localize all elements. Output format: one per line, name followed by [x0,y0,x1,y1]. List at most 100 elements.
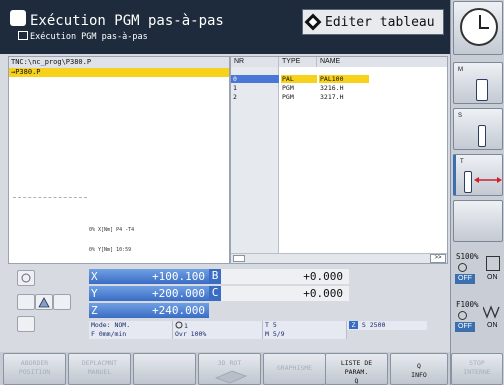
table-row-0-name[interactable]: PAL100 [319,75,369,83]
softkey-3d-rot[interactable]: 3D ROT [198,353,261,385]
softkey-label: INFO [411,371,427,379]
col-nr: NR [231,57,279,67]
softkey-label: MANUEL [87,368,112,376]
status-feed: F 0mm/min [89,330,173,339]
m-function-button[interactable]: M [453,62,503,104]
softkey-internal-stop[interactable]: STOP INTERNE [451,353,503,385]
axis-y-box: Y +200.000 [89,286,209,301]
softkey-empty[interactable] [133,353,196,385]
axis-row-z: Z +240.000 [89,303,209,318]
softkey-label: Q [354,377,359,385]
m-function-icon [476,79,488,101]
axis-y-value: +200.000 [152,287,205,300]
status-display: X +100.100 B +0.000 Y +200.000 C +0.000 … [0,266,450,356]
tool-icon [464,171,472,193]
spindle-speed: S 2500 [361,321,386,329]
horizontal-scrollbar[interactable]: >> [231,253,447,263]
view-button-2[interactable] [35,294,53,310]
edit-table-label: Editer tableau [325,15,435,30]
tool-length-arrow-icon [474,177,502,183]
softkey-manual-traverse[interactable]: DEPLACMNT MANUEL [68,353,131,385]
view-button-4[interactable] [17,316,35,332]
status-tool: T 5 [263,321,347,330]
view-button-3[interactable] [53,294,71,310]
mode-header: Exécution PGM pas-à-pas Exécution PGM pa… [0,0,450,54]
softkey-label: POSITION [18,368,51,376]
table-row-1-name[interactable]: 3216.H [320,84,380,92]
feed-off-label: OFF [455,322,475,332]
axis-y-label: Y [91,287,98,300]
axis-b-box: B +0.000 [209,269,349,284]
col-name: NAME [317,57,447,67]
table-row-2-type[interactable]: PGM [282,93,316,101]
mode-title: Exécution PGM pas-à-pas [30,13,224,29]
3d-rotation-icon [214,370,247,384]
refresh-button[interactable] [17,270,35,286]
info-x: 0% X[Nm] P4 -T4 [89,227,135,233]
right-function-strip: M S T S100% OFF ON F100% OFF ON [450,0,504,385]
axis-row-y: Y +200.000 C +0.000 [89,286,349,301]
axis-z-box: Z +240.000 [89,303,209,318]
edit-table-button[interactable]: Editer tableau [302,9,444,35]
mode-subtitle: Exécution PGM pas-à-pas [30,32,148,42]
spindle-on-label: ON [487,274,498,281]
empty-function-button[interactable] [453,200,503,242]
info-y: 0% Y[Nm] 10:59 [89,247,132,253]
spindle-dial-icon [458,263,467,272]
softkey-label: 3D ROT [217,359,242,367]
spindle-off-label: OFF [455,274,475,284]
softkey-label: Q [417,362,421,370]
feed-override-value: F100% [456,300,479,309]
table-row-0-nr[interactable]: 0 [231,75,279,83]
softkey-approach-position[interactable]: ABORDER POSITION [3,353,66,385]
refresh-icon [21,273,31,283]
table-row-0-type[interactable]: PAL [281,75,317,83]
s-label: S [458,113,463,119]
spindle-override[interactable]: S100% OFF ON [453,250,503,292]
scroll-right-button[interactable]: >> [430,254,446,263]
table-row-2-name[interactable]: 3217.H [320,93,380,101]
axis-x-label: X [91,270,98,283]
spindle-icon [478,125,486,147]
table-row-2-nr[interactable]: 2 [233,93,277,101]
spindle-override-value: S100% [456,252,479,261]
status-override: Ovr 100% [173,330,263,339]
status-m-function: M 5/9 [263,330,347,339]
scrollbar-thumb[interactable] [233,255,245,262]
clock-button[interactable] [453,1,503,55]
softkey-q-info[interactable]: Q INFO [390,353,448,385]
feed-wave-icon [483,305,500,319]
axis-x-box: X +100.100 [89,269,209,284]
m-label: M [458,67,463,73]
program-path: TNC:\nc_prog\P380.P [9,57,229,68]
s-function-button[interactable]: S [453,108,503,150]
t-label: T [460,159,464,165]
axis-c-value: +0.000 [303,287,343,300]
axis-c-box: C +0.000 [209,286,349,301]
softkey-label: INTERNE [463,368,491,376]
selected-program-line[interactable]: →P380.P [9,68,229,77]
axis-x-value: +100.100 [152,270,205,283]
axis-b-value: +0.000 [303,270,343,283]
feed-override[interactable]: F100% OFF ON [453,298,503,340]
softkey-label: GRAPHISME [276,364,313,372]
t-function-button[interactable]: T [453,154,503,196]
workpiece-icon [38,297,50,308]
softkey-label: PARAM. [344,368,369,376]
pallet-table: NR TYPE NAME 0 PAL PAL100 1 PGM 3216.H 2… [230,56,448,264]
table-row-1-type[interactable]: PGM [282,84,316,92]
softkey-label: ABORDER [20,359,49,367]
softkey-label: LISTE DE [340,359,373,367]
spindle-axis-badge: Z [349,321,358,329]
clock-icon [460,8,498,46]
machine-view [13,197,87,255]
status-tool-dir-value: 1 [184,322,188,330]
table-row-1-nr[interactable]: 1 [233,84,277,92]
softkey-q-parameter-list[interactable]: LISTE DE PARAM. Q [325,353,388,385]
softkey-graphics[interactable]: GRAPHISME [263,353,326,385]
program-run-icon [10,10,26,26]
axis-c-label: C [209,286,221,301]
axis-b-label: B [209,269,221,284]
softkey-bar: ABORDER POSITION DEPLACMNT MANUEL 3D ROT… [0,352,450,385]
view-button-1[interactable] [17,294,35,310]
